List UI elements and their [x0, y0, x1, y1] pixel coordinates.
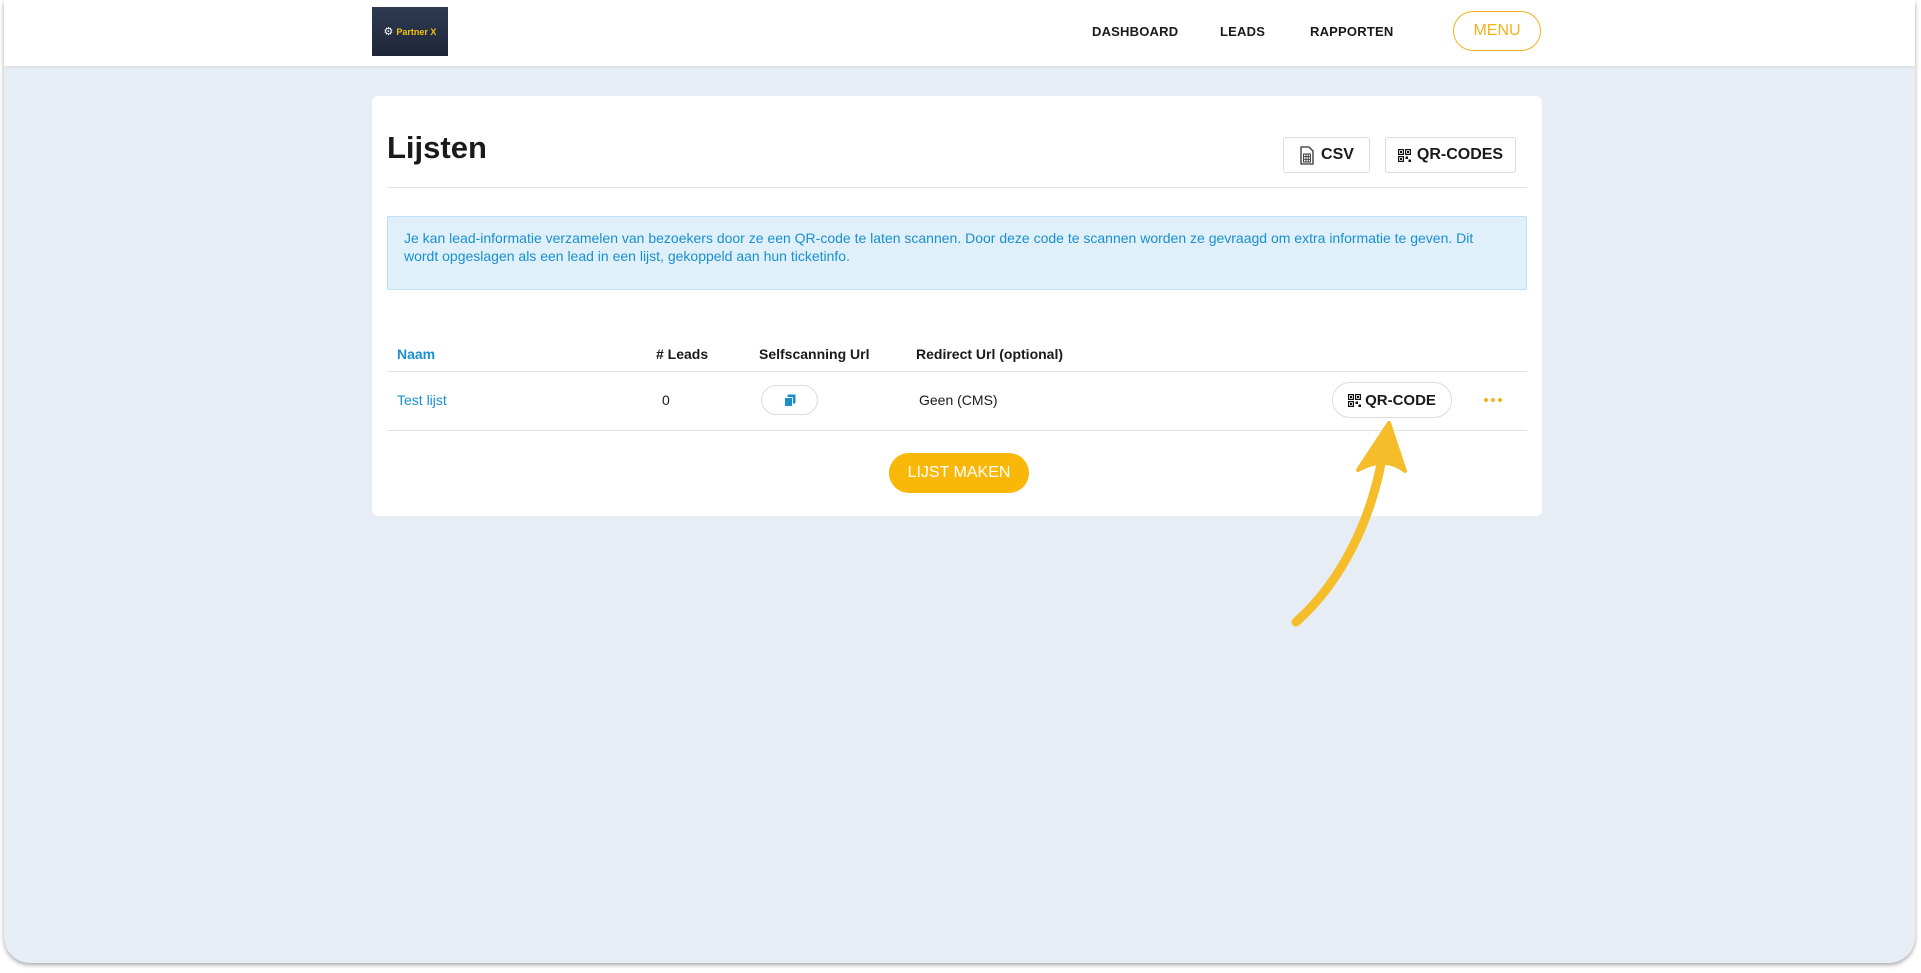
- header-divider: [387, 371, 1527, 372]
- qr-code-icon: [1348, 393, 1362, 407]
- menu-button[interactable]: MENU: [1453, 11, 1541, 51]
- qr-code-icon: [1397, 148, 1411, 162]
- nav-dashboard[interactable]: DASHBOARD: [1092, 24, 1178, 39]
- column-header-redirect-url: Redirect Url (optional): [916, 346, 1064, 362]
- title-divider: [387, 187, 1527, 188]
- qr-codes-label: QR-CODES: [1416, 146, 1504, 163]
- partner-logo[interactable]: ⚙ Partner X: [372, 7, 448, 56]
- qr-code-label: QR-CODE: [1365, 391, 1436, 409]
- top-navigation: ⚙ Partner X DASHBOARD LEADS RAPPORTEN ME…: [4, 0, 1915, 66]
- redirect-url-value: Geen (CMS): [919, 392, 998, 408]
- lists-card: Lijsten CSV QR-CODES Je kan lead-informa…: [372, 96, 1542, 516]
- gear-icon: ⚙: [383, 26, 394, 38]
- column-header-naam[interactable]: Naam: [397, 346, 435, 362]
- qr-codes-button[interactable]: QR-CODES: [1385, 137, 1516, 173]
- nav-rapporten[interactable]: RAPPORTEN: [1310, 24, 1393, 39]
- info-alert: Je kan lead-informatie verzamelen van be…: [387, 216, 1527, 290]
- row-divider: [387, 430, 1527, 431]
- logo-text: Partner X: [396, 26, 437, 37]
- more-dots-icon[interactable]: [1480, 388, 1506, 412]
- list-name-link[interactable]: Test lijst: [397, 392, 447, 408]
- qr-code-button[interactable]: QR-CODE: [1332, 382, 1452, 418]
- copy-url-button[interactable]: [761, 385, 818, 415]
- copy-icon: [783, 394, 795, 407]
- page-title: Lijsten: [387, 130, 487, 165]
- csv-button[interactable]: CSV: [1283, 137, 1370, 173]
- column-header-selfscanning-url: Selfscanning Url: [759, 346, 870, 362]
- csv-label: CSV: [1321, 146, 1354, 163]
- column-header-leads: # Leads: [656, 346, 709, 362]
- app-frame: ⚙ Partner X DASHBOARD LEADS RAPPORTEN ME…: [4, 0, 1915, 963]
- csv-file-icon: [1300, 145, 1314, 165]
- create-list-button[interactable]: LIJST MAKEN: [889, 453, 1029, 493]
- lead-count: 0: [662, 392, 670, 408]
- nav-leads[interactable]: LEADS: [1220, 24, 1265, 39]
